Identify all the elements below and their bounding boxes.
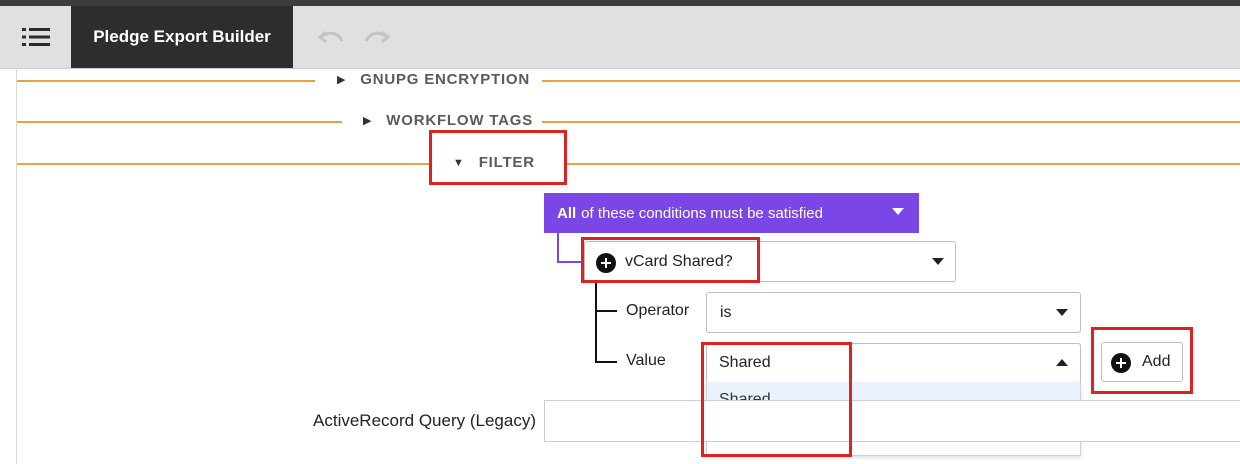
section-divider: [17, 163, 429, 165]
plus-circle-icon: [596, 253, 616, 273]
operator-select[interactable]: is: [706, 292, 1081, 333]
plus-circle-icon: [1111, 353, 1131, 373]
chevron-down-icon: [892, 208, 904, 215]
chevron-up-icon: [1056, 359, 1068, 366]
chevron-down-icon: [1056, 309, 1068, 316]
tree-connector: [557, 233, 559, 263]
list-menu-icon: [21, 28, 50, 46]
match-mode: All: [557, 204, 577, 222]
section-filter[interactable]: ▼ FILTER: [17, 149, 1240, 179]
menu-button[interactable]: [0, 6, 71, 68]
value-label: Value: [626, 352, 666, 369]
match-description: of these conditions must be satisfied: [581, 204, 823, 222]
builder-content: ▶ GNUPG ENCRYPTION ▶ WORKFLOW TAGS ▼ FIL…: [0, 69, 1240, 464]
section-header[interactable]: ▼ FILTER: [453, 154, 535, 171]
section-title: FILTER: [478, 154, 535, 171]
section-divider: [542, 121, 1240, 123]
app-title-tab[interactable]: Pledge Export Builder: [71, 6, 293, 68]
add-condition-button[interactable]: Add: [1101, 342, 1183, 382]
chevron-down-icon: [932, 258, 944, 265]
tree-connector: [595, 310, 617, 312]
section-title: WORKFLOW TAGS: [386, 112, 534, 129]
legacy-query-label: ActiveRecord Query (Legacy): [313, 411, 536, 430]
tree-connector: [595, 282, 597, 363]
expand-triangle-icon: ▶: [363, 115, 373, 127]
section-divider: [17, 121, 342, 123]
app-title: Pledge Export Builder: [93, 27, 271, 46]
condition-field-select[interactable]: vCard Shared?: [584, 241, 956, 282]
section-header[interactable]: ▶ GNUPG ENCRYPTION: [337, 71, 530, 88]
undo-icon[interactable]: [318, 26, 344, 48]
section-divider: [567, 163, 1240, 165]
operator-value: is: [720, 304, 732, 321]
legacy-query-input[interactable]: [544, 400, 1240, 442]
section-divider: [542, 80, 1240, 82]
section-divider: [17, 80, 315, 82]
tree-connector: [557, 261, 583, 263]
add-button-label: Add: [1142, 353, 1171, 370]
operator-label: Operator: [626, 302, 690, 319]
expand-triangle-icon: ▶: [337, 74, 347, 86]
field-select-value: vCard Shared?: [625, 253, 733, 270]
condition-match-button[interactable]: All of these conditions must be satisfie…: [544, 193, 919, 233]
section-title: GNUPG ENCRYPTION: [360, 71, 531, 88]
toolbar: Pledge Export Builder: [0, 6, 1240, 69]
section-workflow-tags[interactable]: ▶ WORKFLOW TAGS: [17, 107, 1240, 137]
value-select[interactable]: [706, 343, 1081, 383]
redo-icon[interactable]: [364, 26, 390, 48]
section-gnupg-encryption[interactable]: ▶ GNUPG ENCRYPTION: [17, 66, 1240, 96]
collapse-triangle-icon: ▼: [453, 156, 465, 169]
section-header[interactable]: ▶ WORKFLOW TAGS: [363, 112, 533, 129]
tree-connector: [595, 361, 617, 363]
value-search-input[interactable]: [719, 352, 1019, 374]
